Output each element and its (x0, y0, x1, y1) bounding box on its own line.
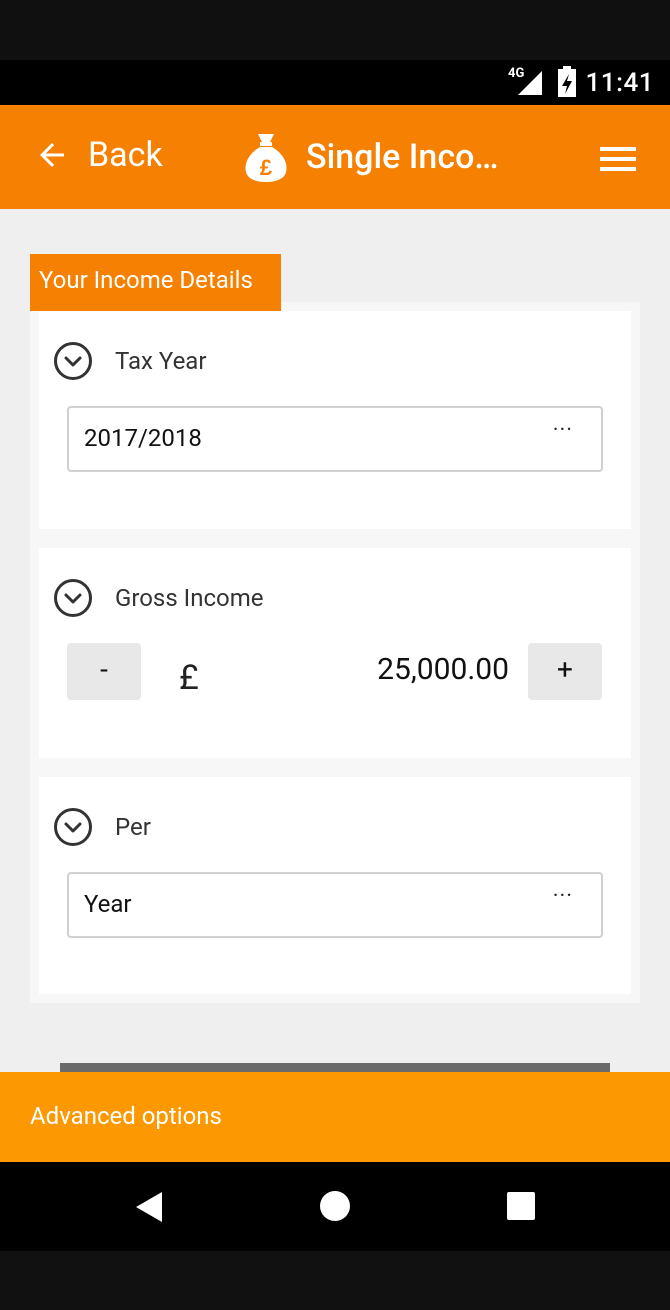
app-bar: Back £ Single Inco… (0, 105, 670, 209)
nav-back-icon[interactable] (134, 1190, 164, 1224)
page-title: Single Inco… (306, 137, 499, 177)
more-icon: ··· (552, 418, 573, 443)
decrement-button[interactable]: - (67, 643, 141, 700)
per-card: Per Year ··· (39, 777, 631, 994)
app-title: £ Single Inco… (244, 132, 498, 182)
chevron-down-circle-icon (54, 808, 92, 846)
advanced-options-button[interactable]: Advanced options (0, 1072, 670, 1162)
scroll-indicator (60, 1063, 610, 1072)
chevron-down-circle-icon (54, 342, 92, 380)
tax-year-card: Tax Year 2017/2018 ··· (39, 311, 631, 529)
per-value: Year (84, 890, 132, 918)
per-header[interactable]: Per (53, 807, 151, 847)
increment-button[interactable]: + (528, 643, 602, 700)
system-nav-bar (0, 1162, 670, 1251)
signal-icon (518, 71, 542, 95)
nav-recents-icon[interactable] (506, 1191, 536, 1221)
per-label: Per (115, 813, 151, 841)
money-bag-pound-icon: £ (245, 134, 287, 182)
per-select[interactable]: Year ··· (67, 872, 603, 938)
back-button[interactable]: Back (34, 135, 163, 175)
battery-icon (558, 66, 576, 97)
status-bar: 4G 11:41 (0, 60, 670, 105)
nav-home-icon[interactable] (319, 1190, 351, 1222)
tax-year-label: Tax Year (115, 347, 207, 375)
currency-symbol: £ (179, 658, 199, 698)
tax-year-value: 2017/2018 (84, 424, 202, 452)
gross-income-label: Gross Income (115, 584, 264, 612)
section-title: Your Income Details (30, 254, 281, 311)
gross-income-card: Gross Income - £ 25,000.00 + (39, 548, 631, 758)
gross-income-header[interactable]: Gross Income (53, 578, 263, 618)
tax-year-select[interactable]: 2017/2018 ··· (67, 406, 603, 472)
menu-button[interactable] (600, 147, 636, 175)
top-blank-area (0, 0, 670, 60)
back-label: Back (88, 135, 163, 175)
clock: 11:41 (585, 68, 654, 98)
bottom-blank-area (0, 1251, 670, 1310)
gross-income-input[interactable]: 25,000.00 (377, 652, 509, 687)
chevron-down-circle-icon (54, 579, 92, 617)
hamburger-menu-icon (600, 147, 636, 171)
svg-text:£: £ (260, 155, 273, 180)
tax-year-header[interactable]: Tax Year (53, 341, 206, 381)
more-icon: ··· (552, 884, 573, 909)
back-arrow-icon (40, 143, 64, 167)
